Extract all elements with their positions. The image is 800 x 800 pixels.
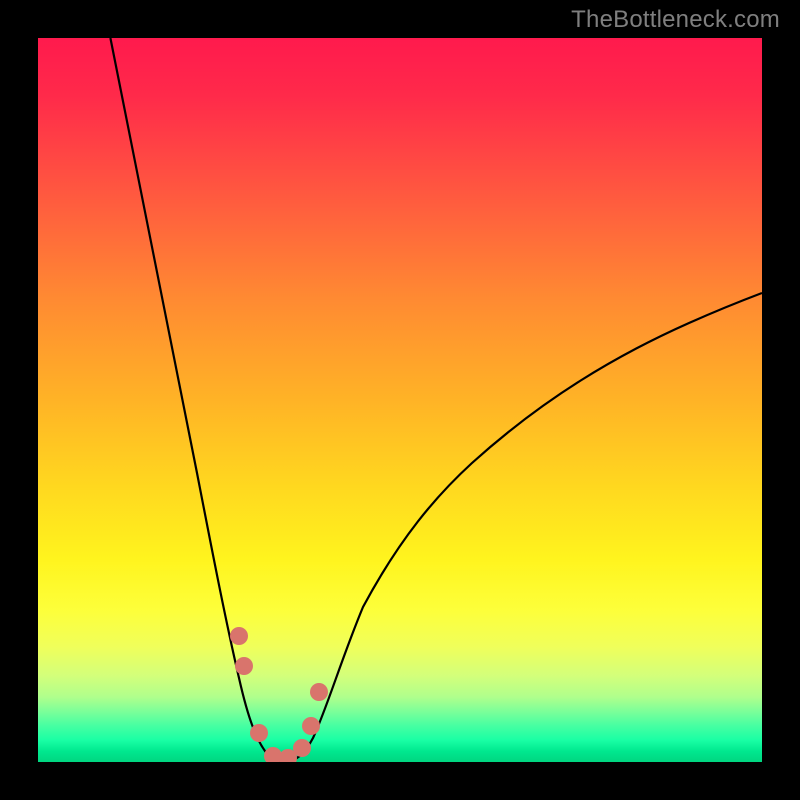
plot-area [38, 38, 762, 762]
curve-layer [38, 38, 762, 762]
marker-dot [230, 627, 248, 645]
chart-frame: TheBottleneck.com [0, 0, 800, 800]
marker-group [230, 627, 328, 762]
bottleneck-curve [110, 38, 762, 761]
watermark-text: TheBottleneck.com [571, 6, 780, 34]
marker-dot [250, 724, 268, 742]
marker-dot [293, 739, 311, 757]
marker-dot [235, 657, 253, 675]
marker-dot [302, 717, 320, 735]
marker-dot [310, 683, 328, 701]
